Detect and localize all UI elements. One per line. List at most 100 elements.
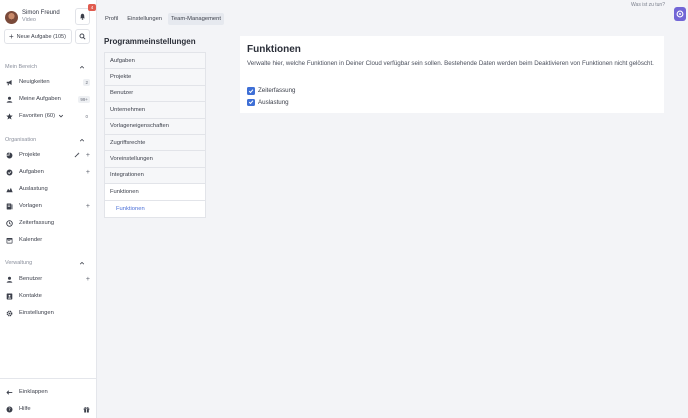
functions-card: Funktionen Verwalte hier, welche Funktio… <box>240 36 664 113</box>
chevron-down-icon[interactable] <box>58 113 64 119</box>
sidebar-item-label: Neuigkeiten <box>19 79 50 85</box>
templates-icon <box>6 203 13 210</box>
add-project-button[interactable]: + <box>86 152 90 159</box>
app-launcher-button[interactable] <box>674 7 686 21</box>
sidebar-item-label: Kalender <box>19 237 43 243</box>
sidebar-item-workload[interactable]: Auslastung <box>6 183 90 195</box>
checkbox-workload[interactable] <box>247 98 255 106</box>
sidebar-item-label: Benutzer <box>19 276 43 282</box>
settings-item-users[interactable]: Benutzer <box>105 85 205 103</box>
star-icon <box>6 112 13 120</box>
count-badge: 2 <box>83 78 90 86</box>
collapse-sidebar-button[interactable]: Einklappen <box>6 386 90 398</box>
magic-wand-icon[interactable] <box>74 152 80 158</box>
settings-item-access-rights[interactable]: Zugriffsrechte <box>105 134 205 152</box>
card-description: Verwalte hier, welche Funktionen in Dein… <box>247 60 654 67</box>
option-label: Auslastung <box>258 98 289 106</box>
tasks-icon <box>6 169 13 176</box>
new-task-label: Neue Aufgabe (105) <box>16 33 66 40</box>
tab-profile[interactable]: Profil <box>102 13 121 25</box>
section-title-main: Mein Bereich <box>5 64 38 70</box>
help-button[interactable]: ? Hilfe <box>6 403 90 415</box>
sidebar-item-label: Auslastung <box>19 186 48 192</box>
plus-icon: + <box>9 32 14 41</box>
sidebar-item-label: Zeiterfassung <box>19 220 55 226</box>
sidebar-item-news[interactable]: Neuigkeiten 2 <box>6 76 90 88</box>
checkmark-icon <box>248 100 254 105</box>
settings-item-template-properties[interactable]: Vorlageneigenschaften <box>105 118 205 135</box>
avatar[interactable] <box>5 10 18 24</box>
user-icon <box>6 96 13 103</box>
user-subtitle: Video <box>22 17 36 23</box>
help-link[interactable]: Was ist zu tun? <box>631 2 665 8</box>
add-template-button[interactable]: + <box>86 203 90 210</box>
sidebar-item-tasks[interactable]: Aufgaben + <box>6 166 90 178</box>
sidebar-item-label: Aufgaben <box>19 169 44 175</box>
search-icon <box>79 33 86 40</box>
settings-item-defaults[interactable]: Voreinstellungen <box>105 151 205 168</box>
contacts-icon <box>6 293 13 300</box>
time-tracking-icon <box>6 219 13 227</box>
option-label: Zeiterfassung <box>258 87 296 95</box>
notification-badge: 4 <box>88 4 96 11</box>
new-task-button[interactable]: + Neue Aufgabe (105) <box>4 29 72 44</box>
sidebar: Simon Freund Video 4 + Neue Aufgabe (105… <box>0 0 97 418</box>
option-time-tracking[interactable]: Zeiterfassung <box>247 87 296 95</box>
question-icon: ? <box>6 405 13 413</box>
settings-item-projects[interactable]: Projekte <box>105 69 205 86</box>
section-title-administration: Verwaltung <box>5 260 33 266</box>
calendar-icon <box>6 237 13 244</box>
users-icon <box>6 276 13 283</box>
sidebar-item-my-tasks[interactable]: Meine Aufgaben 99+ <box>6 93 90 105</box>
section-title-organisation: Organisation <box>5 137 37 143</box>
settings-title: Programmeinstellungen <box>104 37 196 46</box>
user-profile[interactable]: Simon Freund Video <box>5 9 60 25</box>
gift-icon[interactable] <box>83 406 90 413</box>
help-label: Hilfe <box>19 406 31 412</box>
settings-item-integrations[interactable]: Integrationen <box>105 167 205 185</box>
checkbox-time-tracking[interactable] <box>247 87 255 95</box>
chevron-up-icon[interactable] <box>79 137 85 143</box>
sidebar-item-label: Meine Aufgaben <box>19 96 61 102</box>
megaphone-icon <box>6 79 13 86</box>
settings-item-company[interactable]: Unternehmen <box>105 102 205 119</box>
collapse-label: Einklappen <box>19 389 48 395</box>
settings-item-functions[interactable]: Funktionen <box>105 184 205 201</box>
projects-icon <box>6 152 13 159</box>
sidebar-item-users[interactable]: Benutzer + <box>6 273 90 285</box>
arrow-left-icon <box>6 389 13 396</box>
sidebar-item-favorites[interactable]: Favoriten (60) 0 <box>6 110 90 122</box>
option-workload[interactable]: Auslastung <box>247 98 289 106</box>
divider <box>0 378 97 379</box>
settings-subitem-functions[interactable]: Funktionen <box>105 200 205 217</box>
sidebar-item-label: Vorlagen <box>19 203 42 209</box>
gear-icon <box>6 310 13 317</box>
sidebar-item-projects[interactable]: Projekte + <box>6 149 90 161</box>
chevron-up-icon[interactable] <box>79 64 85 70</box>
sidebar-item-label: Einstellungen <box>19 310 54 316</box>
settings-item-tasks[interactable]: Aufgaben <box>105 53 205 70</box>
sidebar-item-label: Projekte <box>19 152 41 158</box>
count-badge: 0 <box>85 113 88 119</box>
bell-icon <box>80 13 85 20</box>
top-tabs: Profil Einstellungen Team-Management <box>102 13 224 25</box>
user-name: Simon Freund <box>22 10 60 16</box>
search-button[interactable] <box>75 29 90 44</box>
checkmark-icon <box>248 89 254 93</box>
sidebar-item-contacts[interactable]: Kontakte <box>6 290 90 302</box>
chevron-up-icon[interactable] <box>79 260 85 266</box>
tab-team-management[interactable]: Team-Management <box>168 13 224 25</box>
settings-menu: Aufgaben Projekte Benutzer Unternehmen V… <box>104 52 206 218</box>
sidebar-item-templates[interactable]: Vorlagen + <box>6 200 90 212</box>
tab-settings[interactable]: Einstellungen <box>124 13 165 25</box>
sidebar-item-label: Kontakte <box>19 293 42 299</box>
add-user-button[interactable]: + <box>86 276 90 283</box>
sidebar-item-label: Favoriten (60) <box>19 113 56 119</box>
sidebar-item-calendar[interactable]: Kalender <box>6 234 90 246</box>
count-badge: 99+ <box>78 95 90 103</box>
app-logo-icon <box>676 10 684 18</box>
add-task-button[interactable]: + <box>86 169 90 176</box>
sidebar-item-time-tracking[interactable]: Zeiterfassung <box>6 217 90 229</box>
sidebar-item-settings[interactable]: Einstellungen <box>6 307 90 319</box>
card-title: Funktionen <box>247 44 301 55</box>
